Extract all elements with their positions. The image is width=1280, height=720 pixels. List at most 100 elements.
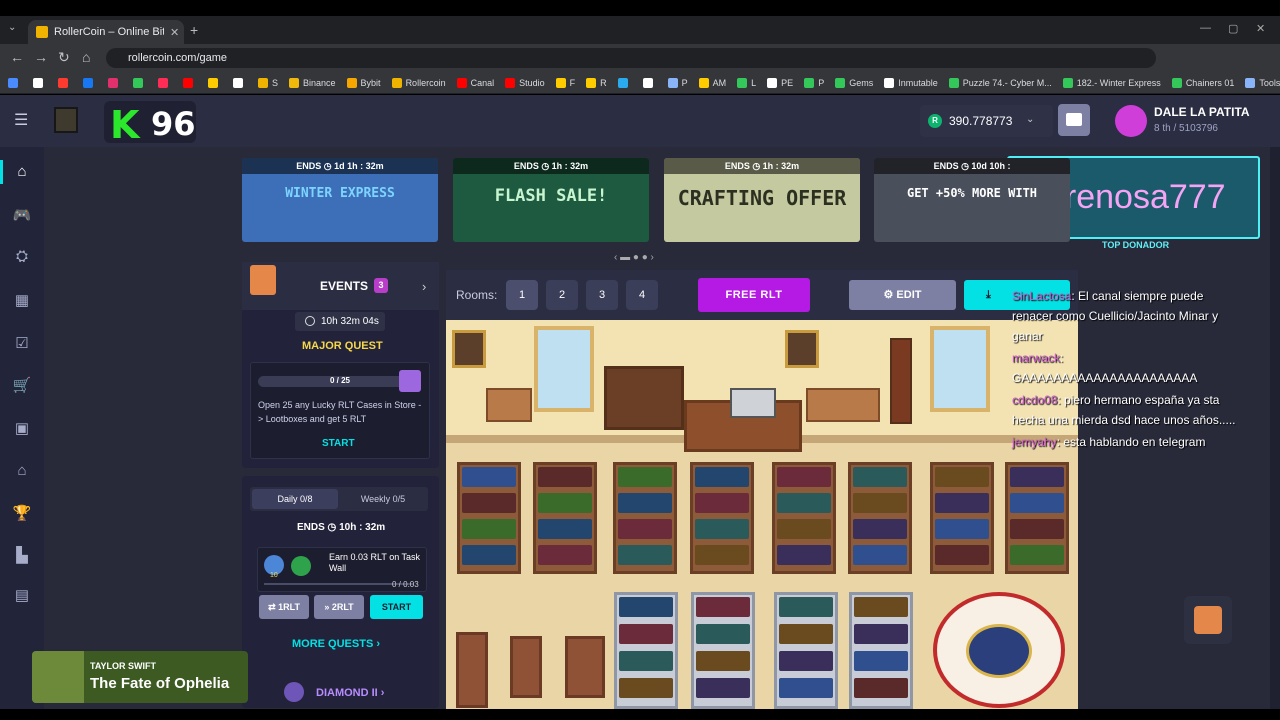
- miner[interactable]: [777, 467, 831, 487]
- miner[interactable]: [462, 519, 516, 539]
- miner[interactable]: [1010, 519, 1064, 539]
- miner[interactable]: [854, 678, 908, 698]
- miner[interactable]: [853, 519, 907, 539]
- back-icon[interactable]: ←: [10, 49, 24, 65]
- bookmark-item[interactable]: Inmutable: [884, 77, 938, 88]
- tab-daily[interactable]: Daily 0/8: [252, 489, 338, 509]
- gamepad-icon[interactable]: 🎮: [12, 206, 32, 226]
- task-start-button[interactable]: START: [370, 595, 423, 619]
- tab-weekly[interactable]: Weekly 0/5: [340, 489, 426, 509]
- bookmark-item[interactable]: [642, 77, 657, 88]
- menu-icon[interactable]: ☰: [14, 110, 28, 130]
- miner[interactable]: [696, 597, 750, 617]
- bookmark-item[interactable]: [158, 77, 172, 88]
- room-button-2[interactable]: 2: [546, 280, 578, 310]
- home-icon[interactable]: ⌂: [82, 49, 90, 65]
- chevron-right-icon[interactable]: ›: [422, 279, 426, 294]
- miner[interactable]: [935, 467, 989, 487]
- miner[interactable]: [618, 519, 672, 539]
- miner[interactable]: [695, 519, 749, 539]
- bookmark-item[interactable]: Puzzle 74.- Cyber M...: [948, 77, 1052, 88]
- display-cabinet[interactable]: [604, 366, 684, 430]
- home-icon[interactable]: ⌂: [12, 163, 32, 183]
- skip-2rlt-button[interactable]: » 2RLT: [314, 595, 364, 619]
- carousel-dot-indicator[interactable]: ▬ ● ●: [620, 252, 648, 263]
- bookmark-item[interactable]: [183, 77, 197, 88]
- miner[interactable]: [538, 545, 592, 565]
- tab-search-button[interactable]: ⌄: [8, 22, 16, 33]
- bookmark-item[interactable]: PE: [767, 77, 793, 88]
- room-button-4[interactable]: 4: [626, 280, 658, 310]
- bookmark-item[interactable]: Tools: [1245, 77, 1280, 88]
- bookmark-item[interactable]: R: [586, 77, 607, 88]
- miner[interactable]: [1010, 493, 1064, 513]
- trophy-icon[interactable]: 🏆: [12, 504, 32, 524]
- rank-icon[interactable]: ⛭: [12, 248, 32, 268]
- inventory-icon[interactable]: ▣: [12, 419, 32, 439]
- news-icon[interactable]: ▤: [12, 586, 32, 606]
- miner[interactable]: [779, 678, 833, 698]
- cart-icon[interactable]: 🛒: [12, 376, 32, 396]
- scrollbar[interactable]: [1270, 95, 1280, 709]
- miner[interactable]: [538, 519, 592, 539]
- bookmark-item[interactable]: [617, 77, 632, 88]
- bookmark-item[interactable]: [33, 77, 47, 88]
- edit-room-button[interactable]: ⚙ EDIT: [849, 280, 956, 310]
- carousel-dots[interactable]: ‹ ▬ ● ● ›: [614, 252, 654, 263]
- miner[interactable]: [618, 545, 672, 565]
- bookmark-item[interactable]: Rollercoin: [391, 77, 446, 88]
- miner[interactable]: [619, 624, 673, 644]
- miner[interactable]: [462, 545, 516, 565]
- miner[interactable]: [853, 545, 907, 565]
- diamond-league-link[interactable]: DIAMOND II ›: [316, 687, 384, 699]
- store-icon[interactable]: ▦: [12, 291, 32, 311]
- miner[interactable]: [695, 493, 749, 513]
- carousel-next-icon[interactable]: ›: [651, 252, 654, 263]
- quests-icon[interactable]: ☑: [12, 334, 32, 354]
- event-banner[interactable]: ENDS ◷ 1d 1h : 32m WINTER EXPRESS: [242, 158, 438, 242]
- miner[interactable]: [854, 651, 908, 671]
- bookmark-item[interactable]: [133, 77, 147, 88]
- bookmark-item[interactable]: [208, 77, 222, 88]
- bookmark-item[interactable]: Chainers 01: [1171, 77, 1234, 88]
- bookmark-item[interactable]: S: [258, 77, 278, 88]
- miner[interactable]: [696, 678, 750, 698]
- bookmark-item[interactable]: [108, 77, 122, 88]
- miner[interactable]: [619, 597, 673, 617]
- miner[interactable]: [618, 493, 672, 513]
- minimize-icon[interactable]: —: [1200, 22, 1211, 34]
- bookmark-item[interactable]: F: [555, 77, 575, 88]
- room-button-1[interactable]: 1: [506, 280, 538, 310]
- miner[interactable]: [618, 467, 672, 487]
- bookmark-item[interactable]: Bybit: [346, 77, 381, 88]
- pc-monitor[interactable]: [730, 388, 776, 418]
- miner[interactable]: [777, 493, 831, 513]
- bookmark-item[interactable]: [8, 77, 22, 88]
- chevron-down-icon[interactable]: ⌄: [1026, 114, 1034, 125]
- url-field[interactable]: rollercoin.com/game: [106, 48, 1156, 68]
- miner[interactable]: [777, 545, 831, 565]
- miner[interactable]: [935, 493, 989, 513]
- marketplace-icon[interactable]: ⌂: [12, 462, 32, 482]
- more-quests-link[interactable]: MORE QUESTS ›: [292, 638, 380, 650]
- rollercoin-logo-icon[interactable]: [54, 107, 78, 133]
- bookmark-item[interactable]: P: [804, 77, 824, 88]
- tab-close-icon[interactable]: ✕: [170, 26, 179, 39]
- event-banner[interactable]: ENDS ◷ 1h : 32m CRAFTING OFFER: [664, 158, 860, 242]
- miner[interactable]: [462, 493, 516, 513]
- free-rlt-button[interactable]: FREE RLT: [698, 278, 810, 312]
- new-tab-button[interactable]: +: [190, 22, 198, 38]
- miner[interactable]: [779, 597, 833, 617]
- miner[interactable]: [696, 624, 750, 644]
- bookmark-item[interactable]: Gems: [835, 77, 873, 88]
- miner[interactable]: [854, 624, 908, 644]
- miner[interactable]: [854, 597, 908, 617]
- bookmark-item[interactable]: Canal: [456, 77, 494, 88]
- quest-start-button[interactable]: START: [322, 438, 355, 449]
- event-banner[interactable]: ENDS ◷ 1h : 32m FLASH SALE!: [453, 158, 649, 242]
- bookmark-item[interactable]: 182.- Winter Express: [1062, 77, 1161, 88]
- miner[interactable]: [935, 519, 989, 539]
- event-banner[interactable]: ENDS ◷ 10d 10h : GET +50% MORE WITH: [874, 158, 1070, 242]
- username[interactable]: DALE LA PATITA: [1154, 105, 1250, 119]
- miner[interactable]: [696, 651, 750, 671]
